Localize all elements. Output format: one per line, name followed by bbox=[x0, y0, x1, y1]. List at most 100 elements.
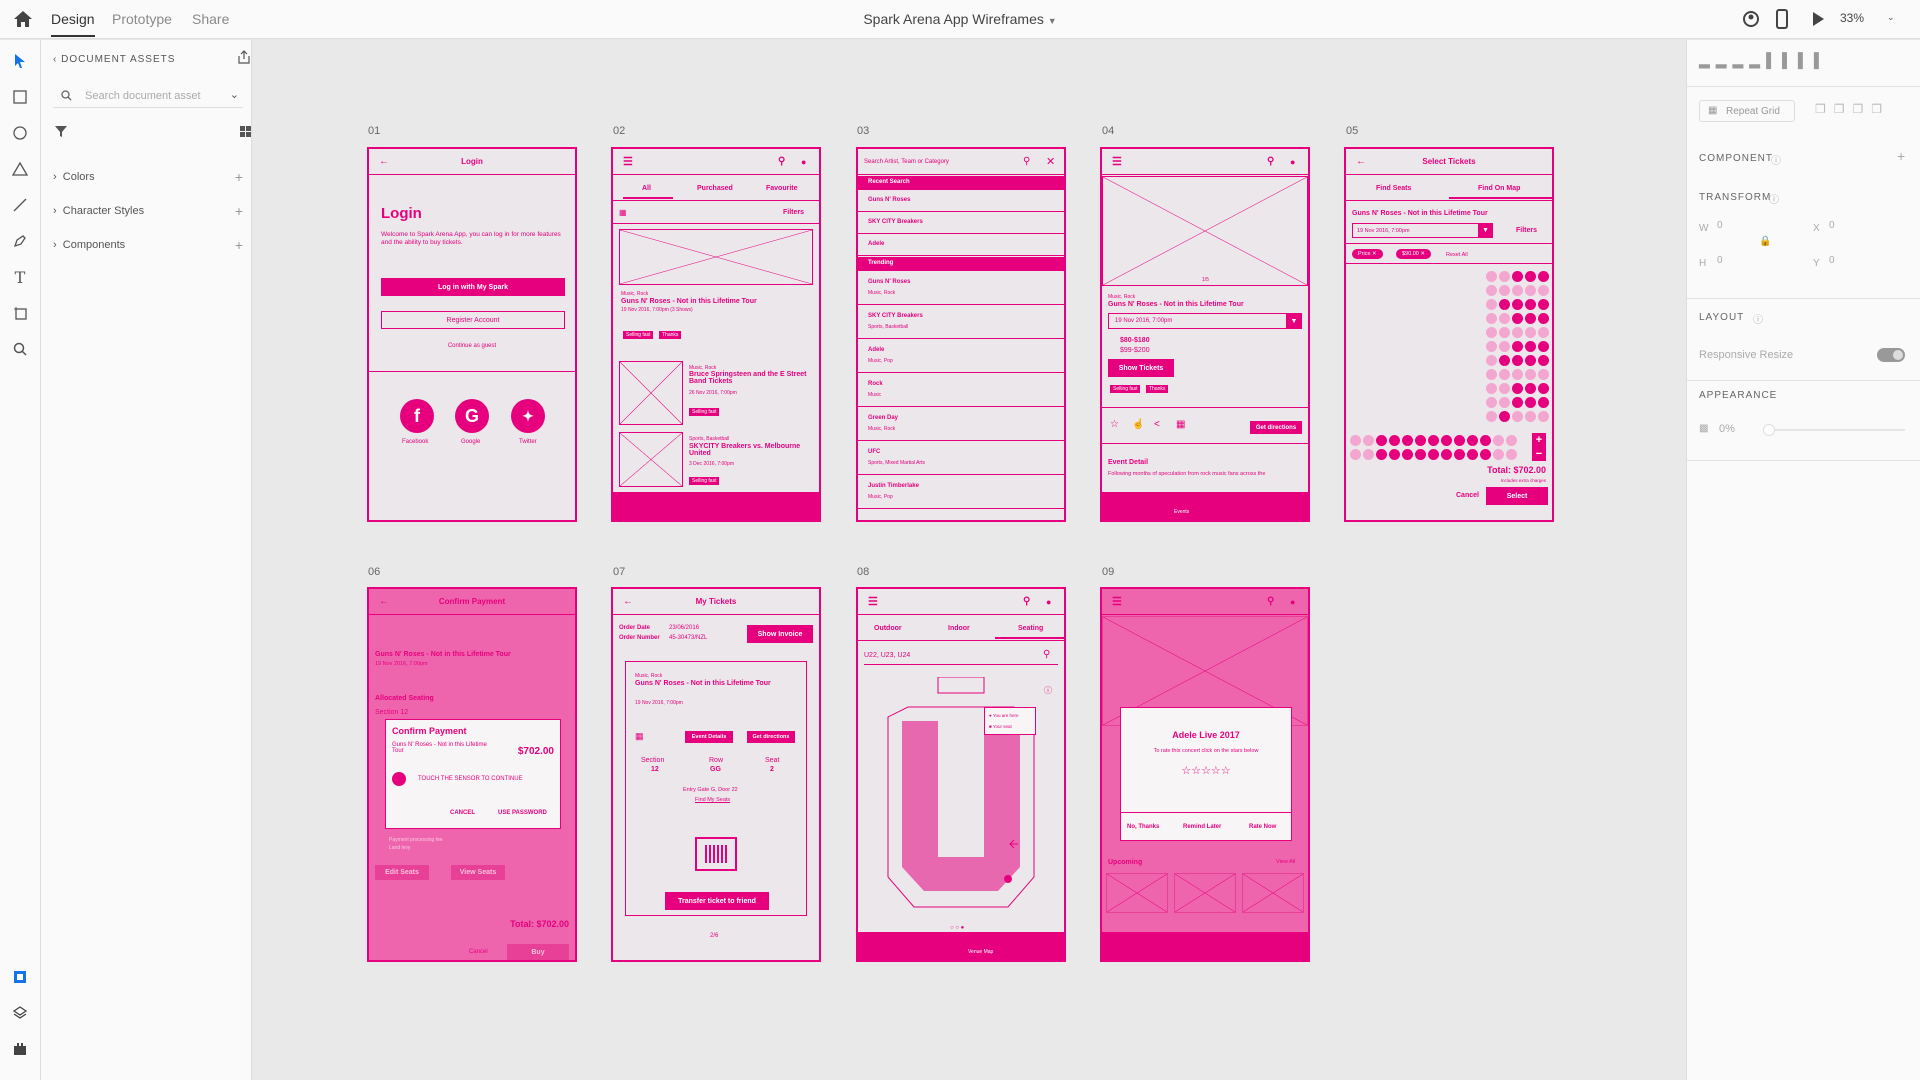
price-chip: Price ✕ bbox=[1352, 249, 1383, 259]
rate-now-button: Rate Now bbox=[1249, 824, 1277, 830]
info-icon[interactable]: ⓘ bbox=[1771, 152, 1781, 167]
document-title[interactable]: Spark Arena App Wireframes bbox=[863, 11, 1044, 27]
polygon-tool-icon[interactable] bbox=[9, 158, 31, 180]
asset-search[interactable]: Search document asset ⌄ bbox=[53, 84, 243, 108]
seat-dot bbox=[1538, 397, 1549, 408]
trending-name: Green Day bbox=[868, 415, 899, 421]
seat-dot bbox=[1499, 397, 1510, 408]
rectangle-tool-icon[interactable] bbox=[9, 86, 31, 108]
artboard-event-list[interactable]: ☰ ⚲ ● All Purchased Favourite ▦ Filters … bbox=[611, 147, 821, 522]
seat-dot bbox=[1363, 449, 1374, 460]
seat-dot bbox=[1525, 383, 1536, 394]
zoom-level[interactable]: 33% bbox=[1840, 11, 1864, 25]
info-icon[interactable]: ⓘ bbox=[1753, 311, 1763, 326]
seat-dot bbox=[1525, 327, 1536, 338]
tab-share[interactable]: Share bbox=[192, 11, 229, 27]
zoom-tool-icon[interactable] bbox=[9, 338, 31, 360]
info-icon[interactable]: ⓘ bbox=[1769, 191, 1779, 206]
opacity-slider[interactable] bbox=[1763, 424, 1905, 436]
back-chevron-icon[interactable]: ‹ bbox=[53, 54, 57, 65]
line-tool-icon[interactable] bbox=[9, 194, 31, 216]
y-input[interactable]: 0 bbox=[1829, 255, 1835, 266]
mobile-preview-icon[interactable] bbox=[1775, 8, 1789, 30]
recent-search-item: Guns N' Roses bbox=[858, 190, 1064, 212]
trending-name: SKY CITY Breakers bbox=[868, 313, 923, 319]
colors-section[interactable]: › Colors + bbox=[53, 169, 243, 185]
text-tool-icon[interactable]: T bbox=[9, 266, 31, 288]
bottom-nav bbox=[613, 492, 819, 520]
design-canvas[interactable]: 01 ← Login Login Welcome to Spark Arena A… bbox=[253, 40, 1686, 1080]
search-icon: ⚲ bbox=[778, 156, 786, 167]
w-input[interactable]: 0 bbox=[1717, 220, 1723, 231]
expand-chevron-icon: › bbox=[53, 239, 57, 251]
search-input[interactable]: Search document asset bbox=[85, 90, 201, 102]
lock-icon[interactable]: 🔒 bbox=[1759, 236, 1771, 247]
artboard-tool-icon[interactable] bbox=[9, 302, 31, 324]
artboard-my-tickets[interactable]: ← My Tickets Order Date 23/06/2016 Order … bbox=[611, 587, 821, 962]
artboard-search[interactable]: Search Artist, Team or Category ⚲ ✕ Rece… bbox=[856, 147, 1066, 522]
divider bbox=[1102, 407, 1308, 408]
artboard-event-detail[interactable]: ☰ ⚲ ● 1/5 Music, Rock Guns N' Roses - No… bbox=[1100, 147, 1310, 522]
bell-icon: ● bbox=[1290, 156, 1296, 167]
plugins-icon[interactable] bbox=[9, 1038, 31, 1060]
divider bbox=[1346, 200, 1552, 201]
x-input[interactable]: 0 bbox=[1829, 220, 1835, 231]
allocated-seating: Allocated Seating bbox=[375, 695, 434, 702]
chevron-down-icon[interactable]: ⌄ bbox=[230, 88, 239, 101]
tab-design[interactable]: Design bbox=[51, 11, 95, 37]
property-inspector: ▂▂▂▂▌▌▌▌ ▦ Repeat Grid ❐❐❐❐ COMPONENT ⓘ +… bbox=[1686, 40, 1920, 1080]
show-invoice-button: Show Invoice bbox=[747, 625, 813, 643]
responsive-resize-toggle[interactable] bbox=[1877, 348, 1905, 362]
trending-category: Music, Rock bbox=[868, 290, 896, 296]
character-styles-section[interactable]: › Character Styles + bbox=[53, 203, 243, 219]
seat-dot bbox=[1486, 369, 1497, 380]
play-icon[interactable] bbox=[1810, 8, 1826, 30]
tab-indicator bbox=[623, 197, 673, 199]
tab-seating: Seating bbox=[1018, 625, 1044, 632]
assets-panel-icon[interactable] bbox=[9, 966, 31, 988]
trending-item: Justin Timberlake Music, Pop bbox=[858, 475, 1064, 509]
chevron-down-icon[interactable]: ▼ bbox=[1048, 16, 1057, 26]
seat-dot bbox=[1538, 341, 1549, 352]
nav-venue-map-label: Venue Map bbox=[968, 949, 994, 955]
artboard-select-tickets[interactable]: ← Select Tickets Find Seats Find On Map G… bbox=[1344, 147, 1554, 522]
total-price: Total: $702.00 bbox=[1487, 465, 1546, 475]
add-icon[interactable]: + bbox=[1897, 148, 1905, 164]
event-title: Guns N' Roses - Not in this Lifetime Tou… bbox=[1352, 210, 1488, 217]
artboard-number: 08 bbox=[857, 566, 870, 578]
zoom-chevron-icon[interactable]: ⌄ bbox=[1887, 12, 1895, 23]
tab-prototype[interactable]: Prototype bbox=[112, 11, 172, 27]
layers-icon[interactable] bbox=[9, 1002, 31, 1024]
artboard-venue-map[interactable]: ☰ ⚲ ● Outdoor Indoor Seating U22, U23, U… bbox=[856, 587, 1066, 962]
seat-dot bbox=[1538, 299, 1549, 310]
components-section[interactable]: › Components + bbox=[53, 237, 243, 253]
tab-outdoor: Outdoor bbox=[874, 625, 902, 632]
pen-tool-icon[interactable] bbox=[9, 230, 31, 252]
home-icon[interactable] bbox=[12, 9, 34, 29]
opacity-input[interactable]: 0% bbox=[1719, 423, 1735, 435]
event-title: Guns N' Roses - Not in this Lifetime Tou… bbox=[1108, 301, 1244, 308]
seat-dot bbox=[1486, 285, 1497, 296]
artboard-login[interactable]: ← Login Login Welcome to Spark Arena App,… bbox=[367, 147, 577, 522]
artboard-confirm-payment[interactable]: ← Confirm Payment Guns N' Roses - Not in … bbox=[367, 587, 577, 962]
h-input[interactable]: 0 bbox=[1717, 255, 1723, 266]
select-tool-icon[interactable] bbox=[9, 50, 31, 72]
export-icon[interactable] bbox=[237, 50, 251, 64]
user-icon[interactable] bbox=[1742, 8, 1760, 30]
align-icons[interactable]: ▂▂▂▂▌▌▌▌ bbox=[1699, 52, 1830, 69]
grid-view-icon[interactable] bbox=[240, 126, 251, 137]
calendar-icon: ▦ bbox=[635, 731, 644, 741]
edit-seats-button: Edit Seats bbox=[375, 865, 429, 880]
zoom-out-icon: − bbox=[1532, 447, 1546, 461]
add-icon[interactable]: + bbox=[235, 203, 243, 219]
artboard-rating[interactable]: ☰ ⚲ ● Adele Live 2017 To rate this conce… bbox=[1100, 587, 1310, 962]
filter-icon[interactable] bbox=[55, 125, 67, 137]
seat-dot bbox=[1486, 313, 1497, 324]
ellipse-tool-icon[interactable] bbox=[9, 122, 31, 144]
boolean-ops-icons[interactable]: ❐❐❐❐ bbox=[1815, 102, 1890, 116]
event-date: 19 Nov 2016, 7:00pm bbox=[635, 700, 683, 706]
slider-handle[interactable] bbox=[1763, 424, 1775, 436]
add-icon[interactable]: + bbox=[235, 237, 243, 253]
repeat-grid-button[interactable]: ▦ Repeat Grid bbox=[1699, 100, 1795, 122]
add-icon[interactable]: + bbox=[235, 169, 243, 185]
